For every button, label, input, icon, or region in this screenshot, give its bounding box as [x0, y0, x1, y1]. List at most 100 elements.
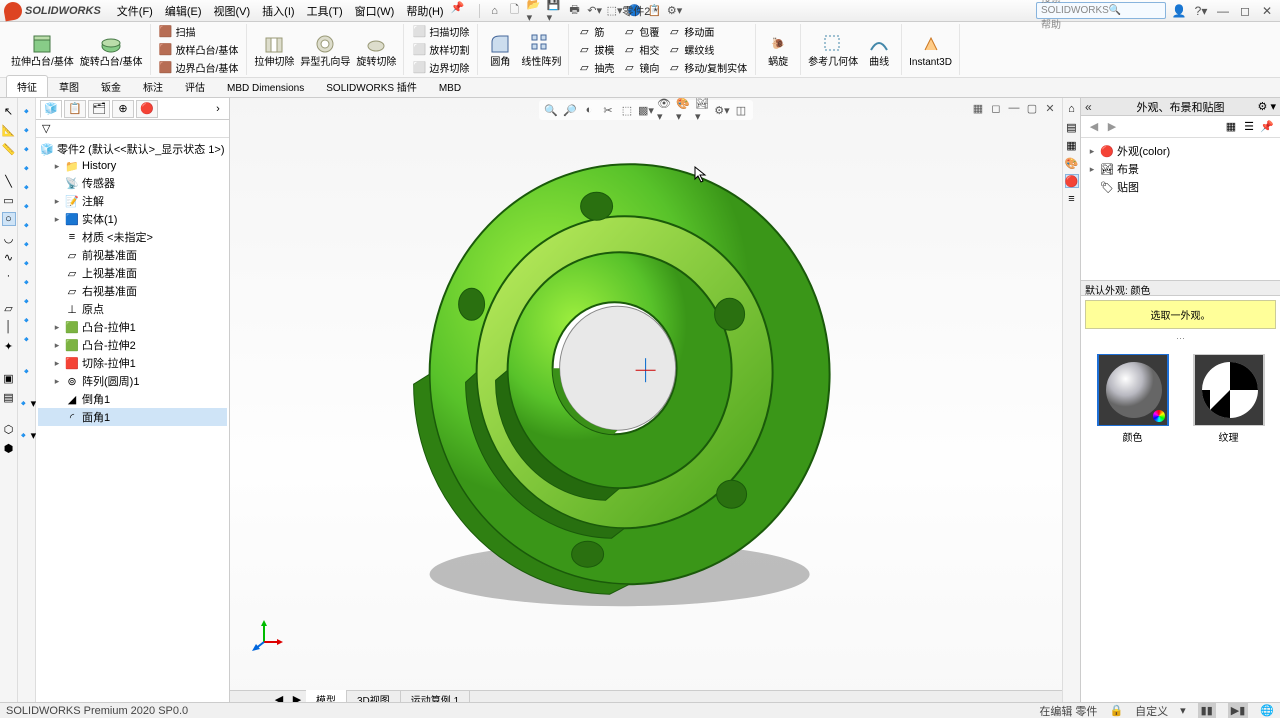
menu-edit[interactable]: 编辑(E)	[159, 0, 208, 22]
rr-layers-icon[interactable]: ▤	[1065, 120, 1079, 134]
close-button[interactable]: ✕	[1258, 3, 1276, 19]
zoom-fit-icon[interactable]: 🔍	[543, 102, 559, 118]
display-style-icon[interactable]: ▩▾	[638, 102, 654, 118]
wrap-button[interactable]: ▱包覆	[618, 23, 663, 40]
tab-features[interactable]: 特征	[6, 75, 48, 97]
section-icon[interactable]: ✂	[600, 102, 616, 118]
open-icon[interactable]: 📂▾	[527, 3, 543, 19]
hole-wizard-button[interactable]: 异型孔向导	[297, 30, 353, 70]
perspective-icon[interactable]: ◫	[733, 102, 749, 118]
tab-evaluate[interactable]: 评估	[174, 75, 216, 97]
viewport[interactable]: 🔍 🔎 ◐ ✂ ⬚ ▩▾ 👁▾ 🎨▾ 🏞▾ ⚙▾ ◫ ▦ ◻ — ▢ ✕	[230, 98, 1062, 708]
tree-extrude1[interactable]: ▸🟩凸台-拉伸1	[38, 318, 227, 336]
back-icon[interactable]: «	[1085, 100, 1092, 114]
vp-tile-icon[interactable]: ▦	[970, 100, 986, 116]
tab-mbd[interactable]: MBD	[428, 79, 472, 97]
settings-icon[interactable]: ⚙▾	[667, 3, 683, 19]
rp-back-icon[interactable]: ◀	[1087, 120, 1101, 134]
tree-top-plane[interactable]: ▱上视基准面	[38, 264, 227, 282]
sweep-cut-button[interactable]: ⬜扫描切除	[408, 23, 473, 40]
status-custom[interactable]: 自定义	[1135, 703, 1168, 719]
select-icon[interactable]: ⬚▾	[607, 3, 623, 19]
snail-button[interactable]: 🐌蜗旋	[760, 30, 796, 70]
search-icon[interactable]: 🔍	[1109, 5, 1161, 16]
view-setting-icon[interactable]: ⚙▾	[714, 102, 730, 118]
panel-gear-icon[interactable]: ⚙ ▾	[1258, 100, 1276, 113]
vp-restore-icon[interactable]: ◻	[988, 100, 1004, 116]
tree-pattern1[interactable]: ▸⊚阵列(圆周)1	[38, 372, 227, 390]
lt-coord-icon[interactable]: ✦	[2, 339, 16, 353]
lt2-4-icon[interactable]: 🔹	[20, 161, 34, 175]
tree-right-plane[interactable]: ▱右视基准面	[38, 282, 227, 300]
rib-button[interactable]: ▱筋	[573, 23, 618, 40]
tree-tab-appear[interactable]: 🔴	[136, 100, 158, 118]
linear-pattern-button[interactable]: 线性阵列	[518, 30, 564, 70]
tree-chamfer1[interactable]: ◢倒角1	[38, 390, 227, 408]
tree-front-plane[interactable]: ▱前视基准面	[38, 246, 227, 264]
tab-annotation[interactable]: 标注	[132, 75, 174, 97]
menu-insert[interactable]: 插入(I)	[256, 0, 300, 22]
tree-root[interactable]: 🧊零件2 (默认<<默认>_显示状态 1>)	[38, 140, 227, 158]
minimize-button[interactable]: —	[1214, 3, 1232, 19]
rp-decal-node[interactable]: 🏷贴图	[1085, 178, 1276, 196]
prev-view-icon[interactable]: ◐	[581, 102, 597, 118]
status-lock-icon[interactable]: 🔒	[1109, 704, 1123, 717]
tab-sheetmetal[interactable]: 钣金	[90, 75, 132, 97]
lt-arc-icon[interactable]: ◡	[2, 231, 16, 245]
rr-home-icon[interactable]: ⌂	[1065, 102, 1079, 116]
zoom-area-icon[interactable]: 🔎	[562, 102, 578, 118]
swatch-color[interactable]: 颜色	[1097, 354, 1169, 444]
lt2-2-icon[interactable]: 🔹	[20, 123, 34, 137]
menu-help[interactable]: 帮助(H)	[400, 0, 449, 22]
lt-point-icon[interactable]: ·	[2, 269, 16, 283]
lt2-13-icon[interactable]: 🔹	[20, 332, 34, 346]
lt-spline-icon[interactable]: ∿	[2, 250, 16, 264]
hide-show-icon[interactable]: 👁▾	[657, 102, 673, 118]
lt2-3-icon[interactable]: 🔹	[20, 142, 34, 156]
rr-palette-icon[interactable]: 🎨	[1065, 156, 1079, 170]
boundary-button[interactable]: 🟫边界凸台/基体	[155, 59, 243, 76]
tree-history[interactable]: ▸📁History	[38, 158, 227, 174]
move-face-button[interactable]: ▱移动面	[663, 23, 751, 40]
save-icon[interactable]: 💾▾	[547, 3, 563, 19]
menu-tools[interactable]: 工具(T)	[301, 0, 349, 22]
menu-file[interactable]: 文件(F)	[111, 0, 159, 22]
lt-tool2-icon[interactable]: ⬢	[2, 441, 16, 455]
apply-scene-icon[interactable]: 🏞▾	[695, 102, 711, 118]
lt2-14-icon[interactable]: 🔹	[20, 364, 34, 378]
rp-fwd-icon[interactable]: ▶	[1105, 120, 1119, 134]
rp-appearance-node[interactable]: ▸🔴外观(color)	[1085, 142, 1276, 160]
move-copy-button[interactable]: ▱移动/复制实体	[663, 59, 751, 76]
thread-button[interactable]: ▱螺纹线	[663, 41, 751, 58]
tree-tab-props[interactable]: 📋	[64, 100, 86, 118]
draft-button[interactable]: ▱拔模	[573, 41, 618, 58]
model-flange[interactable]	[400, 134, 840, 614]
tree-cut1[interactable]: ▸🟥切除-拉伸1	[38, 354, 227, 372]
print-icon[interactable]: 🖶	[567, 3, 583, 19]
tree-filter[interactable]: ▽	[36, 120, 229, 138]
rp-tile-icon[interactable]: ▦	[1224, 120, 1238, 134]
home-icon[interactable]: ⌂	[487, 3, 503, 19]
lt2-16-icon[interactable]: 🔹▾	[20, 428, 34, 442]
tree-tab-display[interactable]: ⊕	[112, 100, 134, 118]
undo-icon[interactable]: ↶▾	[587, 3, 603, 19]
edit-appear-icon[interactable]: 🎨▾	[676, 102, 692, 118]
lt-view1-icon[interactable]: ▣	[2, 371, 16, 385]
help-icon[interactable]: ?▾	[1192, 3, 1210, 19]
revolve-boss-button[interactable]: 旋转凸台/基体	[77, 30, 146, 70]
lt-sketch-icon[interactable]: 📐	[2, 123, 16, 137]
pin-icon[interactable]: 📌	[450, 0, 466, 16]
lt-line-icon[interactable]: ╲	[2, 174, 16, 188]
instant3d-button[interactable]: Instant3D	[906, 30, 955, 70]
lt-tool1-icon[interactable]: ⬡	[2, 422, 16, 436]
lt2-10-icon[interactable]: 🔹	[20, 275, 34, 289]
vp-close-icon[interactable]: ✕	[1042, 100, 1058, 116]
tree-extrude2[interactable]: ▸🟩凸台-拉伸2	[38, 336, 227, 354]
tree-tab-feature[interactable]: 🧊	[40, 100, 62, 118]
tree-fillet1[interactable]: ◜面角1	[38, 408, 227, 426]
tree-expand-icon[interactable]: ›	[211, 102, 225, 116]
vp-min-icon[interactable]: —	[1006, 100, 1022, 116]
tree-annotations[interactable]: ▸📝注解	[38, 192, 227, 210]
extrude-cut-button[interactable]: 拉伸切除	[251, 30, 297, 70]
menu-view[interactable]: 视图(V)	[208, 0, 257, 22]
